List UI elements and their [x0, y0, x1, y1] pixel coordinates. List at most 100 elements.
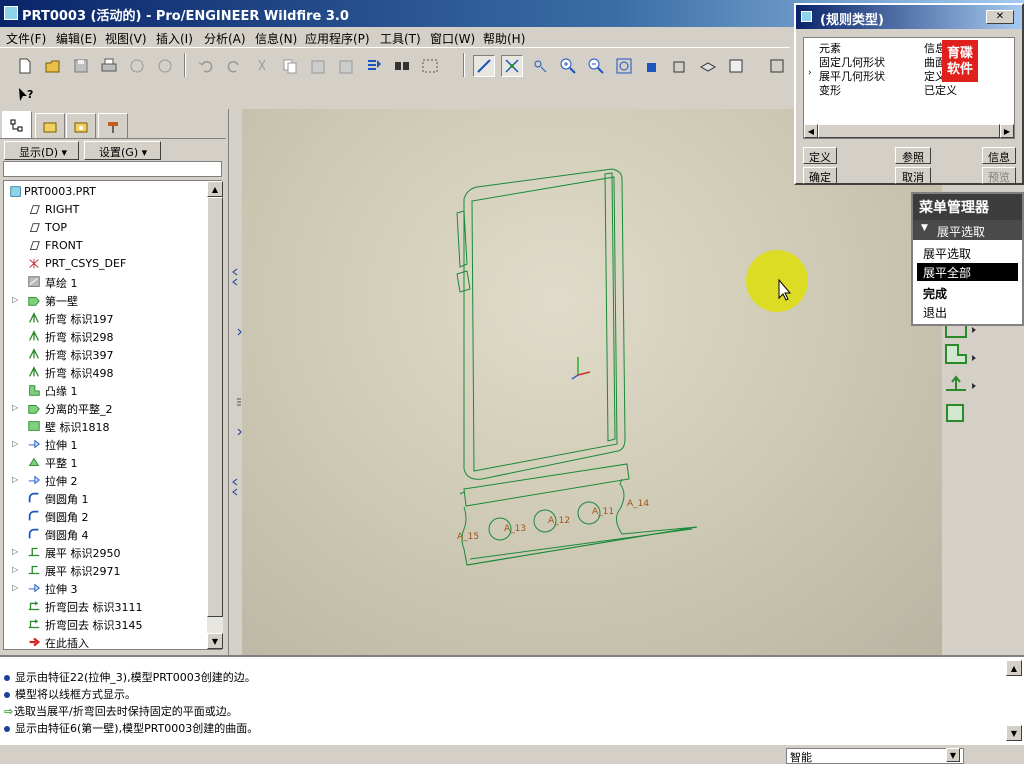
menu-file[interactable]: 文件(F)	[6, 30, 46, 47]
saved-views-icon[interactable]	[669, 55, 691, 77]
menu-tools[interactable]: 工具(T)	[380, 30, 421, 47]
show-dropdown[interactable]: 显示(D) ▾	[4, 141, 79, 160]
expand-arrow-icon[interactable]: ▷	[12, 547, 18, 556]
tree-item[interactable]: 壁 标识1818	[4, 417, 208, 435]
datum-axes-icon[interactable]	[501, 55, 523, 77]
tab-folder-browser[interactable]	[35, 113, 65, 139]
tree-item[interactable]: ▷ 分离的平整_2	[4, 399, 208, 417]
menu-info[interactable]: 信息(N)	[255, 30, 297, 47]
send-mail-icon[interactable]	[126, 55, 148, 77]
tab-favorites[interactable]	[66, 113, 96, 139]
menu-edit[interactable]: 编辑(E)	[56, 30, 97, 47]
paste-icon[interactable]	[307, 55, 329, 77]
tab-model-tree[interactable]	[2, 111, 32, 140]
tree-filter-field[interactable]	[3, 161, 222, 177]
tree-item[interactable]: ▷ 拉伸 3	[4, 579, 208, 597]
tree-item[interactable]: 折弯 标识298	[4, 327, 208, 345]
zoom-out-icon[interactable]	[585, 55, 607, 77]
menu-window[interactable]: 窗口(W)	[430, 30, 475, 47]
datum-display-icon[interactable]	[473, 55, 495, 77]
h-scroll-thumb[interactable]	[818, 124, 1000, 138]
selection-box-icon[interactable]	[419, 55, 441, 77]
expand-arrow-icon[interactable]: ▷	[12, 403, 18, 412]
context-help-icon[interactable]: ?	[14, 84, 36, 106]
save-icon[interactable]	[70, 55, 92, 77]
expand-arrow-icon[interactable]: ▷	[12, 583, 18, 592]
cut-icon[interactable]	[251, 55, 273, 77]
unbend-tool-icon[interactable]	[945, 344, 976, 364]
element-row-deformation[interactable]: 变形	[819, 82, 841, 98]
menu-item-done[interactable]: 完成	[917, 284, 1018, 302]
cancel-button[interactable]: 取消	[895, 167, 931, 184]
tree-item[interactable]: FRONT	[4, 237, 208, 255]
scroll-thumb[interactable]	[207, 197, 223, 617]
selection-filter-select[interactable]: 智能	[786, 748, 964, 764]
ok-button[interactable]: 确定	[803, 167, 837, 184]
reorient-icon[interactable]	[641, 55, 663, 77]
expand-arrow-icon[interactable]: ▷	[12, 439, 18, 448]
tree-item[interactable]: 倒圆角 4	[4, 525, 208, 543]
form-tool-icon[interactable]	[946, 375, 976, 391]
tree-scrollbar[interactable]: ▲ ▼	[207, 181, 223, 649]
menu-view[interactable]: 视图(V)	[105, 30, 147, 47]
tree-item[interactable]: 折弯 标识197	[4, 309, 208, 327]
tree-item[interactable]: 凸缘 1	[4, 381, 208, 399]
regenerate-icon[interactable]	[363, 55, 385, 77]
tree-item[interactable]: RIGHT	[4, 201, 208, 219]
settings-dropdown[interactable]: 设置(G) ▾	[84, 141, 161, 160]
layers-icon[interactable]	[697, 55, 719, 77]
tree-item[interactable]: 草绘 1	[4, 273, 208, 291]
view-manager-icon[interactable]	[725, 55, 747, 77]
tree-item[interactable]: 折弯回去 标识3111	[4, 597, 208, 615]
menu-item-unbend-select[interactable]: 展平选取	[917, 244, 1018, 262]
menu-analysis[interactable]: 分析(A)	[204, 30, 246, 47]
open-folder-icon[interactable]	[42, 55, 64, 77]
send-link-icon[interactable]	[154, 55, 176, 77]
message-scroll-down[interactable]: ▼	[1006, 725, 1022, 741]
tree-item[interactable]: 折弯 标识397	[4, 345, 208, 363]
scroll-up-button[interactable]: ▲	[207, 181, 223, 197]
message-scroll-up[interactable]: ▲	[1006, 660, 1022, 676]
tree-item[interactable]: TOP	[4, 219, 208, 237]
refit-icon[interactable]	[613, 55, 635, 77]
menu-item-unbend-all[interactable]: 展平全部	[917, 263, 1018, 281]
find-icon[interactable]	[391, 55, 413, 77]
tree-item[interactable]: 在此插入	[4, 633, 208, 651]
menu-insert[interactable]: 插入(I)	[156, 30, 193, 47]
menu-manager-subtitle[interactable]: ▼ 展平选取	[913, 220, 1022, 240]
preview-button[interactable]: 预览	[982, 167, 1016, 184]
tree-item[interactable]: ▷ 展平 标识2950	[4, 543, 208, 561]
print-icon[interactable]	[98, 55, 120, 77]
expand-arrow-icon[interactable]: ▷	[12, 295, 18, 304]
undo-icon[interactable]	[195, 55, 217, 77]
datum-points-icon[interactable]	[529, 55, 551, 77]
define-button[interactable]: 定义	[803, 147, 837, 164]
scroll-down-button[interactable]: ▼	[207, 633, 223, 649]
tree-item[interactable]: PRT_CSYS_DEF	[4, 255, 208, 273]
tree-item[interactable]: ▷ 第一壁	[4, 291, 208, 309]
expand-arrow-icon[interactable]: ▷	[12, 475, 18, 484]
info-button[interactable]: 信息	[982, 147, 1016, 164]
scroll-left-button[interactable]: ◀	[804, 124, 818, 138]
tree-item[interactable]: PRT0003.PRT	[4, 183, 208, 201]
pane-splitter[interactable]	[228, 109, 242, 655]
redo-icon[interactable]	[223, 55, 245, 77]
copy-icon[interactable]	[279, 55, 301, 77]
tree-item[interactable]: 倒圆角 1	[4, 489, 208, 507]
tree-item[interactable]: ▷ 展平 标识2971	[4, 561, 208, 579]
scroll-right-button[interactable]: ▶	[1000, 124, 1014, 138]
menu-applications[interactable]: 应用程序(P)	[305, 30, 370, 47]
list-h-scrollbar[interactable]: ◀ ▶	[804, 124, 1014, 138]
tree-item[interactable]: 倒圆角 2	[4, 507, 208, 525]
expand-arrow-icon[interactable]: ▷	[12, 565, 18, 574]
tree-item[interactable]: ▷ 拉伸 2	[4, 471, 208, 489]
filter-dropdown-arrow[interactable]: ▼	[946, 748, 960, 762]
flatten-tool-icon[interactable]	[946, 404, 964, 422]
tree-item[interactable]: 折弯 标识498	[4, 363, 208, 381]
new-file-icon[interactable]	[14, 55, 36, 77]
shading-icon[interactable]	[766, 55, 788, 77]
tree-item[interactable]: ▷ 拉伸 1	[4, 435, 208, 453]
zoom-in-icon[interactable]	[557, 55, 579, 77]
menu-help[interactable]: 帮助(H)	[483, 30, 525, 47]
tab-connections[interactable]	[98, 113, 128, 139]
